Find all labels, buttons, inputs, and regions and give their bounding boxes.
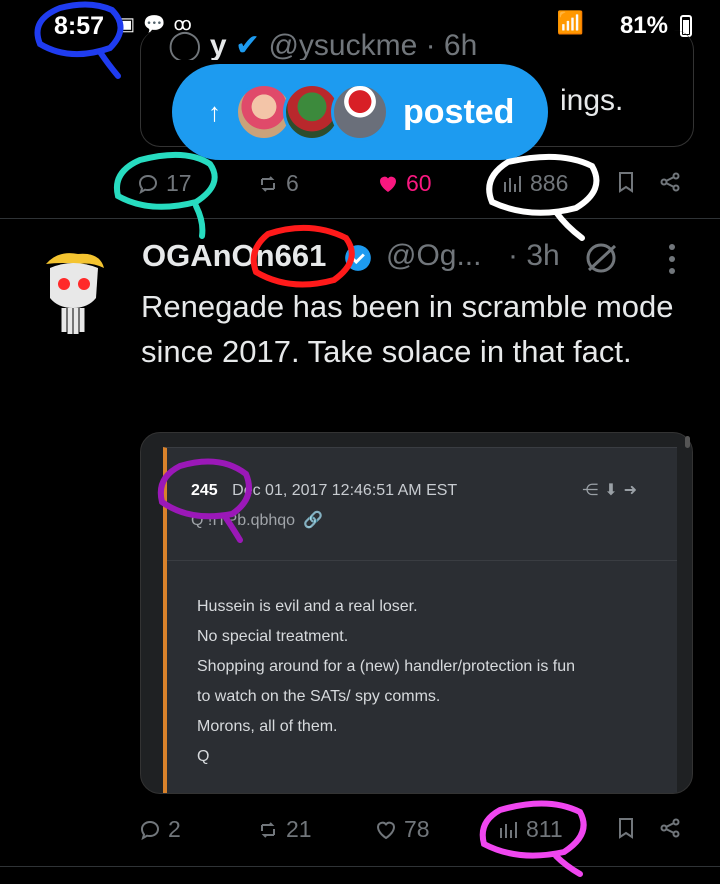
annotation-circle-red bbox=[250, 224, 355, 288]
annotation-circle-purple bbox=[157, 458, 252, 543]
annotation-circle-teal bbox=[114, 151, 218, 239]
annotation-circle-blue bbox=[34, 1, 124, 79]
annotation-circle-magenta bbox=[479, 800, 587, 877]
annotation-circle-white bbox=[486, 153, 600, 241]
annotation-overlay bbox=[34, 1, 600, 877]
